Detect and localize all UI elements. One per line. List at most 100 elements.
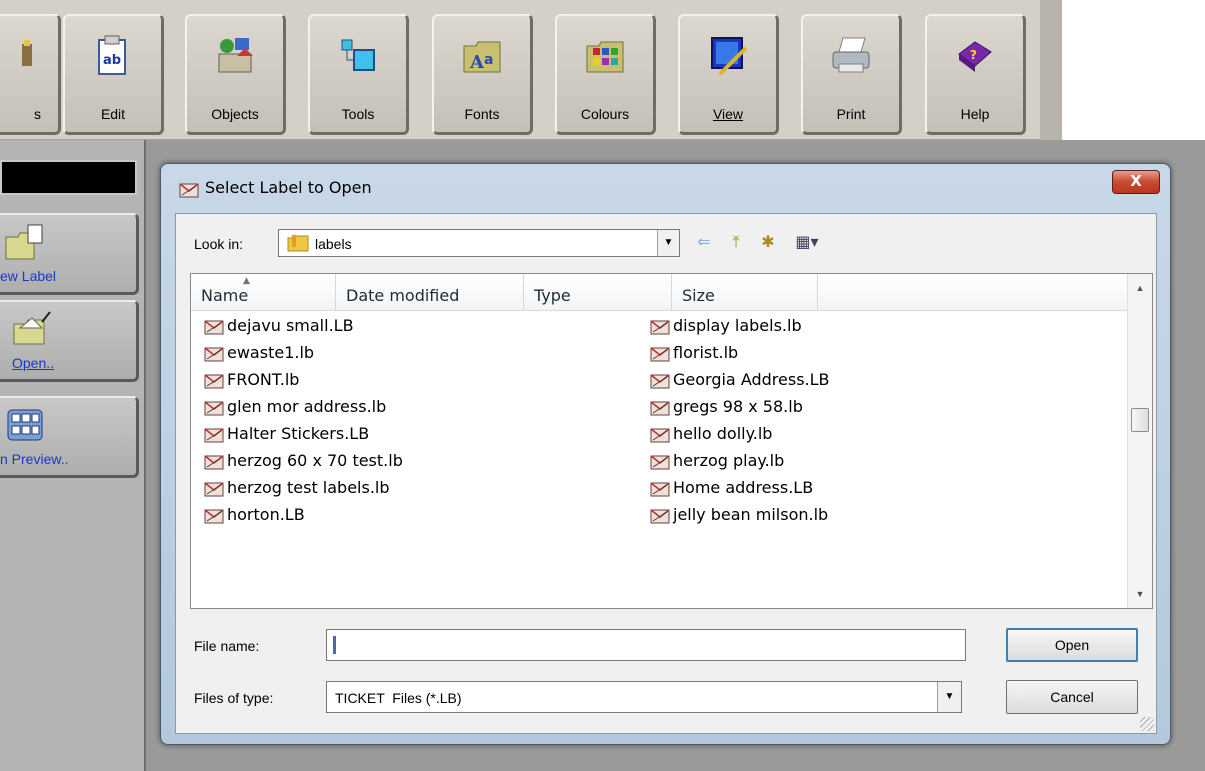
label-file-icon bbox=[204, 400, 224, 415]
column-header-type[interactable]: Type bbox=[524, 274, 672, 310]
colours-button[interactable]: Colours bbox=[555, 14, 656, 135]
chevron-down-icon[interactable]: ▼ bbox=[657, 230, 679, 256]
cancel-button[interactable]: Cancel bbox=[1006, 680, 1138, 714]
new-folder-icon[interactable]: ✱ bbox=[756, 231, 780, 253]
file-item[interactable]: dejavu small.LB bbox=[203, 315, 354, 341]
label-file-icon bbox=[204, 346, 224, 361]
up-folder-icon[interactable]: ⤒ bbox=[724, 231, 748, 253]
toolbar-label: Fonts bbox=[464, 106, 500, 122]
file-item[interactable]: ewaste1.lb bbox=[203, 342, 314, 368]
look-in-value: labels bbox=[315, 236, 352, 252]
tools-icon bbox=[341, 39, 375, 71]
main-toolbar: s ab Edit Objects Tools A a Fonts Colour… bbox=[0, 0, 1062, 140]
sidebar-item-label: ew Label bbox=[0, 268, 57, 284]
print-preview-button[interactable]: n Preview.. bbox=[0, 396, 139, 478]
help-button[interactable]: ? Help bbox=[925, 14, 1026, 135]
scroll-thumb[interactable] bbox=[1131, 408, 1149, 432]
file-item[interactable]: florist.lb bbox=[649, 342, 738, 368]
wand-icon bbox=[22, 40, 32, 66]
label-file-icon bbox=[179, 183, 199, 198]
file-item[interactable]: gregs 98 x 58.lb bbox=[649, 396, 803, 422]
file-item[interactable]: herzog play.lb bbox=[649, 450, 784, 476]
tools-button[interactable]: Tools bbox=[308, 14, 409, 135]
look-in-dropdown[interactable]: labels ▼ bbox=[278, 229, 680, 257]
file-item[interactable]: horton.LB bbox=[203, 504, 305, 530]
files-of-type-dropdown[interactable]: TICKET Files (*.LB) ▼ bbox=[326, 681, 962, 713]
column-header-size[interactable]: Size bbox=[672, 274, 818, 310]
toolbar-label: Tools bbox=[341, 106, 375, 122]
file-item[interactable]: Halter Stickers.LB bbox=[203, 423, 369, 449]
toolbar-label: s bbox=[34, 106, 41, 122]
back-arrow-icon[interactable]: ⇐ bbox=[692, 231, 716, 253]
open-button[interactable]: Open bbox=[1006, 628, 1138, 662]
label-file-icon bbox=[204, 508, 224, 523]
label-file-icon bbox=[650, 427, 670, 442]
files-of-type-value: TICKET Files (*.LB) bbox=[335, 690, 462, 706]
files-of-type-label: Files of type: bbox=[194, 690, 274, 706]
resize-grip-icon[interactable] bbox=[1140, 717, 1154, 731]
file-item[interactable]: hello dolly.lb bbox=[649, 423, 772, 449]
file-name-input[interactable] bbox=[326, 629, 966, 661]
edit-icon: ab bbox=[98, 35, 126, 75]
new-label-button[interactable]: ew Label bbox=[0, 213, 139, 295]
view-menu-icon[interactable]: ▦▾ bbox=[788, 231, 826, 253]
column-header-name[interactable]: ▲ Name bbox=[191, 274, 336, 310]
label-file-icon bbox=[204, 454, 224, 469]
file-item[interactable]: glen mor address.lb bbox=[203, 396, 386, 422]
chevron-down-icon[interactable]: ▼ bbox=[937, 682, 961, 712]
svg-text:A: A bbox=[469, 52, 485, 73]
objects-icon bbox=[218, 38, 253, 73]
file-item[interactable]: Georgia Address.LB bbox=[649, 369, 830, 395]
look-in-label: Look in: bbox=[194, 236, 244, 252]
file-item[interactable]: FRONT.lb bbox=[203, 369, 299, 395]
vertical-scrollbar[interactable]: ▲ ▼ bbox=[1127, 274, 1152, 608]
file-item[interactable]: herzog 60 x 70 test.lb bbox=[203, 450, 403, 476]
fonts-button[interactable]: A a Fonts bbox=[432, 14, 533, 135]
column-header-row: ▲ Name Date modified Type Size bbox=[191, 274, 1128, 311]
toolbar-label: View bbox=[712, 106, 744, 122]
scroll-up-icon[interactable]: ▲ bbox=[1128, 278, 1152, 298]
file-item[interactable]: herzog test labels.lb bbox=[203, 477, 390, 503]
objects-button[interactable]: Objects bbox=[185, 14, 286, 135]
view-icon bbox=[711, 37, 748, 76]
close-button[interactable]: X bbox=[1112, 170, 1160, 194]
status-display bbox=[0, 160, 137, 195]
colours-icon bbox=[586, 41, 624, 73]
svg-text:a: a bbox=[484, 52, 493, 68]
label-file-icon bbox=[650, 508, 670, 523]
scroll-down-icon[interactable]: ▼ bbox=[1128, 584, 1152, 604]
toolbar-label: Edit bbox=[100, 106, 126, 122]
folder-icon bbox=[287, 235, 309, 252]
print-icon bbox=[832, 37, 870, 73]
preview-icon bbox=[7, 409, 43, 441]
file-list[interactable]: ▲ Name Date modified Type Size dejavu sm… bbox=[190, 273, 1153, 609]
sort-ascending-icon: ▲ bbox=[243, 276, 250, 286]
svg-text:ab: ab bbox=[103, 53, 121, 68]
file-item[interactable]: Home address.LB bbox=[649, 477, 813, 503]
open-button[interactable]: Open.. bbox=[0, 300, 139, 382]
toolbar-button-partial[interactable]: s bbox=[0, 14, 61, 135]
open-label-dialog: Select Label to Open X Look in: labels ▼… bbox=[160, 163, 1171, 745]
label-file-icon bbox=[650, 319, 670, 334]
toolbar-label: Print bbox=[836, 106, 866, 122]
text-caret bbox=[333, 636, 336, 654]
sidebar-item-label: n Preview.. bbox=[0, 451, 69, 467]
dialog-titlebar[interactable]: Select Label to Open X bbox=[161, 164, 1170, 210]
fonts-icon: A a bbox=[463, 41, 501, 73]
svg-text:?: ? bbox=[970, 48, 977, 62]
view-button[interactable]: View bbox=[678, 14, 779, 135]
help-icon: ? bbox=[958, 41, 992, 72]
toolbar-label: Help bbox=[960, 106, 990, 122]
sidebar-item-label: Open.. bbox=[12, 355, 55, 371]
file-item[interactable]: display labels.lb bbox=[649, 315, 802, 341]
column-header-date[interactable]: Date modified bbox=[336, 274, 524, 310]
label-file-icon bbox=[204, 427, 224, 442]
print-button[interactable]: Print bbox=[801, 14, 902, 135]
label-file-icon bbox=[650, 373, 670, 388]
edit-button[interactable]: ab Edit bbox=[63, 14, 164, 135]
label-file-icon bbox=[650, 400, 670, 415]
file-item[interactable]: jelly bean milson.lb bbox=[649, 504, 828, 530]
label-file-icon bbox=[650, 454, 670, 469]
new-label-icon bbox=[5, 224, 43, 260]
toolbar-edge bbox=[1040, 0, 1062, 140]
